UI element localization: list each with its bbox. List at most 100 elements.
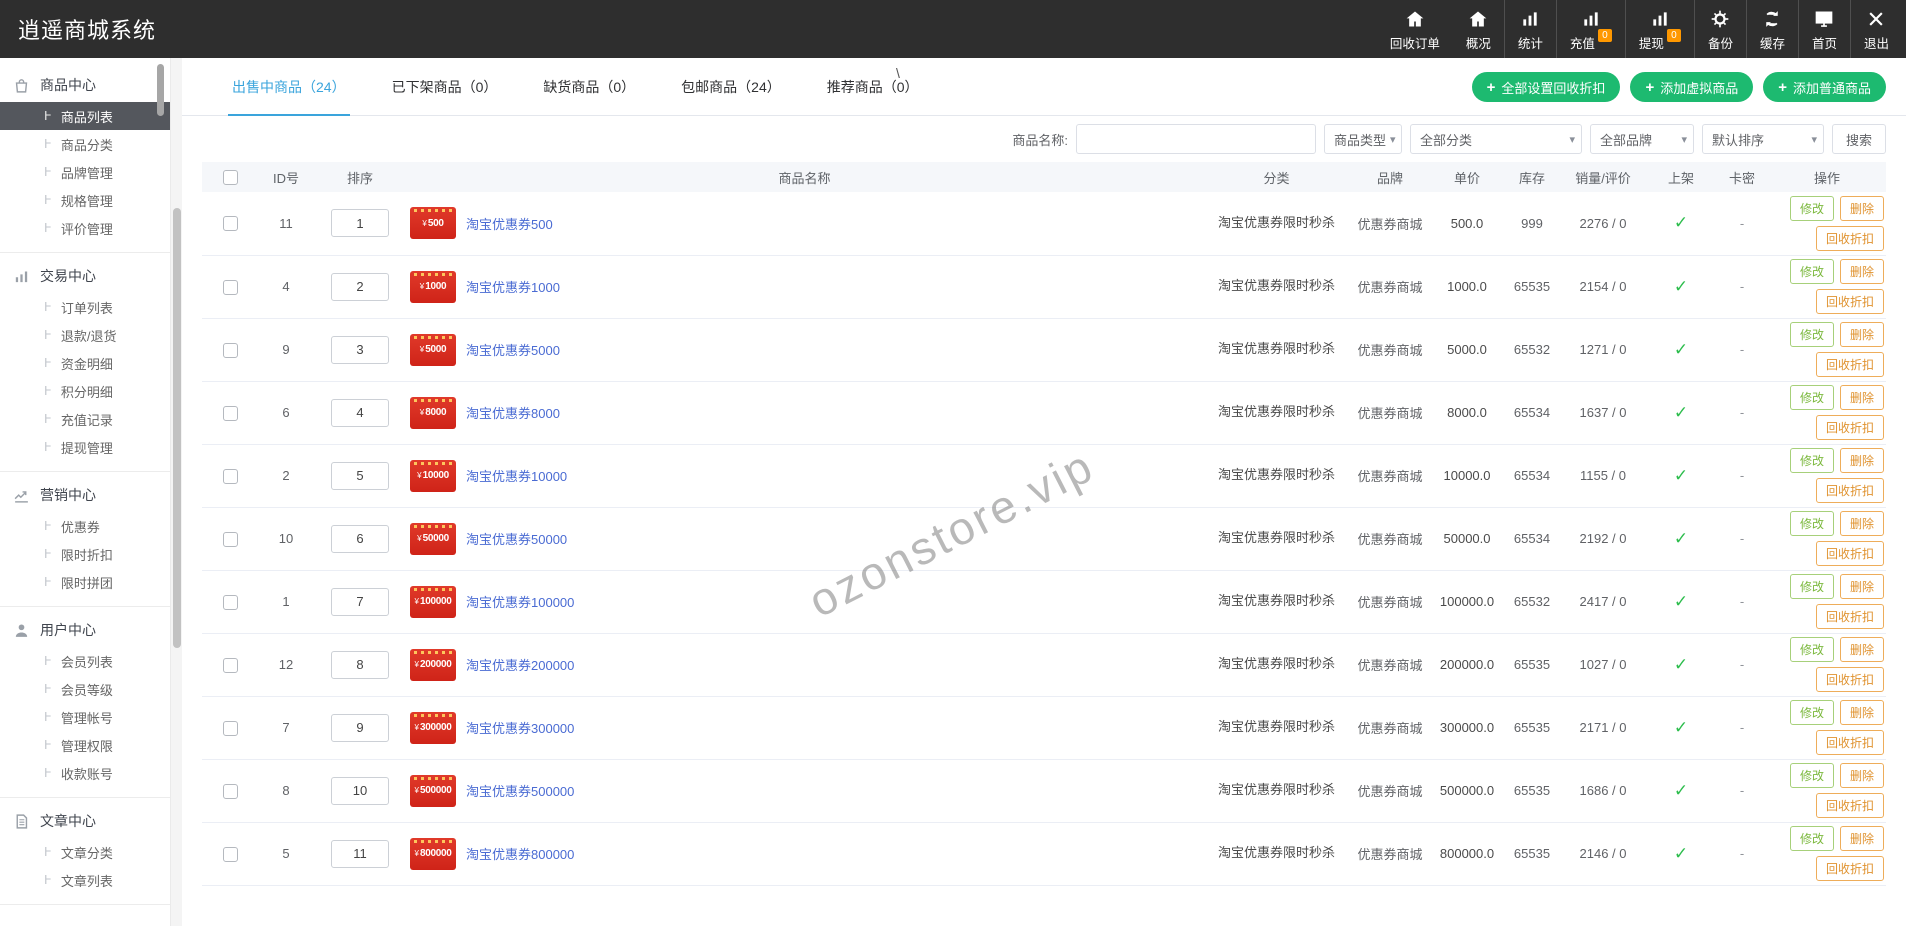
delete-button[interactable]: 删除 (1839, 763, 1884, 788)
edit-button[interactable]: 修改 (1789, 385, 1834, 410)
edit-button[interactable]: 修改 (1789, 574, 1834, 599)
delete-button[interactable]: 删除 (1839, 385, 1884, 410)
sort-input[interactable] (331, 839, 389, 868)
sidebar-item-review-management[interactable]: Ͱ 评价管理 (0, 214, 170, 242)
goods-name-link[interactable]: 淘宝优惠券500000 (466, 781, 574, 800)
search-button[interactable]: 搜索 (1831, 124, 1886, 154)
row-checkbox[interactable] (222, 846, 238, 862)
sort-input[interactable] (331, 524, 389, 553)
goods-name-link[interactable]: 淘宝优惠券1000 (466, 277, 560, 296)
sort-input[interactable] (331, 713, 389, 742)
goods-type-select[interactable]: 商品类型 ▾ (1323, 124, 1402, 154)
delete-button[interactable]: 删除 (1839, 322, 1884, 347)
recycle-discount-button[interactable]: 回收折扣 (1815, 793, 1884, 818)
sidebar-item-goods-category[interactable]: Ͱ 商品分类 (0, 130, 170, 158)
all-brands-select[interactable]: 全部品牌 ▾ (1589, 124, 1694, 154)
edit-button[interactable]: 修改 (1789, 259, 1834, 284)
tab-out-of-stock[interactable]: 缺货商品（0） (543, 58, 635, 115)
recycle-discount-button[interactable]: 回收折扣 (1815, 730, 1884, 755)
sidebar-scrollbar-thumb[interactable] (157, 64, 164, 116)
topbar-item-homepage[interactable]: 首页 (1797, 0, 1850, 58)
recycle-discount-button[interactable]: 回收折扣 (1815, 604, 1884, 629)
row-checkbox[interactable] (222, 468, 238, 484)
row-checkbox[interactable] (222, 783, 238, 799)
edit-button[interactable]: 修改 (1789, 700, 1834, 725)
main-scrollbar-thumb[interactable] (172, 208, 181, 648)
sidebar-item-withdraw-management[interactable]: Ͱ 提现管理 (0, 433, 170, 461)
topbar-item-statistics[interactable]: 统计 (1503, 0, 1556, 58)
topbar-item-recharge[interactable]: 充值 0 (1555, 0, 1625, 58)
recycle-discount-button[interactable]: 回收折扣 (1815, 415, 1884, 440)
sidebar-item-points-details[interactable]: Ͱ 积分明细 (0, 377, 170, 405)
topbar-item-backup[interactable]: 备份 (1693, 0, 1746, 58)
sidebar-header-article-center[interactable]: 文章中心 (0, 804, 170, 838)
tab-free-shipping[interactable]: 包邮商品（24） (681, 58, 781, 115)
row-checkbox[interactable] (222, 594, 238, 610)
goods-name-input[interactable] (1075, 124, 1316, 154)
recycle-discount-button[interactable]: 回收折扣 (1815, 541, 1884, 566)
delete-button[interactable]: 删除 (1839, 259, 1884, 284)
all-categories-select[interactable]: 全部分类 ▾ (1409, 124, 1582, 154)
sort-input[interactable] (331, 650, 389, 679)
sidebar-item-admin-permissions[interactable]: Ͱ 管理权限 (0, 731, 170, 759)
main-scrollbar[interactable] (170, 58, 182, 926)
default-sort-select[interactable]: 默认排序 ▾ (1701, 124, 1824, 154)
row-checkbox[interactable] (222, 657, 238, 673)
sidebar-item-brand-management[interactable]: Ͱ 品牌管理 (0, 158, 170, 186)
edit-button[interactable]: 修改 (1789, 448, 1834, 473)
sidebar-item-time-discount[interactable]: Ͱ 限时折扣 (0, 540, 170, 568)
recycle-discount-button[interactable]: 回收折扣 (1815, 478, 1884, 503)
sidebar-item-admin-accounts[interactable]: Ͱ 管理帐号 (0, 703, 170, 731)
sort-input[interactable] (331, 209, 389, 238)
delete-button[interactable]: 删除 (1839, 195, 1884, 221)
goods-name-link[interactable]: 淘宝优惠券200000 (466, 655, 574, 674)
goods-name-link[interactable]: 淘宝优惠券10000 (466, 466, 567, 485)
sidebar-item-member-list[interactable]: Ͱ 会员列表 (0, 647, 170, 675)
sort-input[interactable] (331, 398, 389, 427)
topbar-item-withdraw[interactable]: 提现 0 (1624, 0, 1694, 58)
row-checkbox[interactable] (222, 279, 238, 295)
goods-name-link[interactable]: 淘宝优惠券50000 (466, 529, 567, 548)
recycle-discount-button[interactable]: 回收折扣 (1815, 352, 1884, 377)
select-all-checkbox[interactable] (222, 170, 238, 186)
sort-input[interactable] (331, 461, 389, 490)
goods-name-link[interactable]: 淘宝优惠券300000 (466, 718, 574, 737)
sidebar-header-marketing-center[interactable]: 营销中心 (0, 478, 170, 512)
sidebar-item-recharge-records[interactable]: Ͱ 充值记录 (0, 405, 170, 433)
delete-button[interactable]: 删除 (1839, 826, 1884, 851)
sidebar-item-fund-details[interactable]: Ͱ 资金明细 (0, 349, 170, 377)
row-checkbox[interactable] (222, 405, 238, 421)
delete-button[interactable]: 删除 (1839, 700, 1884, 725)
sort-input[interactable] (331, 776, 389, 805)
sidebar-item-member-level[interactable]: Ͱ 会员等级 (0, 675, 170, 703)
sidebar-item-coupons[interactable]: Ͱ 优惠券 (0, 512, 170, 540)
sort-input[interactable] (331, 335, 389, 364)
topbar-item-recycle-orders[interactable]: 回收订单 (1377, 0, 1453, 58)
sort-input[interactable] (331, 272, 389, 301)
delete-button[interactable]: 删除 (1839, 637, 1884, 662)
recycle-discount-button[interactable]: 回收折扣 (1815, 667, 1884, 692)
recycle-discount-button[interactable]: 回收折扣 (1815, 225, 1884, 251)
row-checkbox[interactable] (222, 720, 238, 736)
sidebar-header-user-center[interactable]: 用户中心 (0, 613, 170, 647)
goods-name-link[interactable]: 淘宝优惠券100000 (466, 592, 574, 611)
tab-on-sale[interactable]: 出售中商品（24） (228, 58, 350, 116)
sidebar-item-article-list[interactable]: Ͱ 文章列表 (0, 866, 170, 894)
sort-input[interactable] (331, 587, 389, 616)
sidebar-header-goods-center[interactable]: 商品中心 (0, 68, 170, 102)
tab-off-shelf[interactable]: 已下架商品（0） (392, 58, 498, 115)
sidebar-item-refund-return[interactable]: Ͱ 退款/退货 (0, 321, 170, 349)
sidebar-item-goods-list[interactable]: Ͱ 商品列表 (0, 102, 170, 130)
row-checkbox[interactable] (222, 531, 238, 547)
sidebar-header-trade-center[interactable]: 交易中心 (0, 259, 170, 293)
sidebar-item-order-list[interactable]: Ͱ 订单列表 (0, 293, 170, 321)
delete-button[interactable]: 删除 (1839, 574, 1884, 599)
edit-button[interactable]: 修改 (1789, 826, 1834, 851)
recycle-discount-button[interactable]: 回收折扣 (1815, 856, 1884, 881)
goods-name-link[interactable]: 淘宝优惠券5000 (466, 340, 560, 359)
add-normal-goods-button[interactable]: + 添加普通商品 (1763, 72, 1886, 102)
tab-recommended[interactable]: 推荐商品（0） (827, 58, 919, 115)
delete-button[interactable]: 删除 (1839, 511, 1884, 536)
recycle-discount-button[interactable]: 回收折扣 (1815, 289, 1884, 314)
goods-name-link[interactable]: 淘宝优惠券500 (466, 214, 553, 233)
